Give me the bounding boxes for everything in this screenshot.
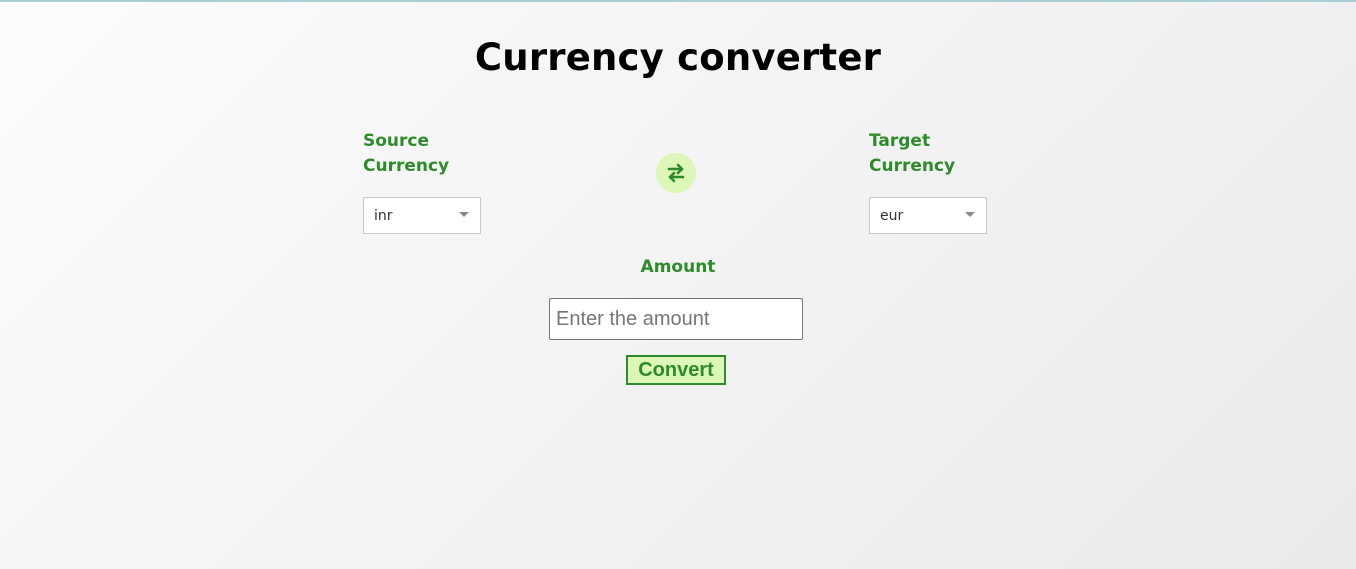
chevron-down-icon [965, 212, 975, 217]
convert-button[interactable]: Convert [626, 355, 726, 385]
target-currency-value: eur [880, 208, 904, 224]
page-title: Currency converter [474, 36, 882, 79]
top-border [0, 0, 1356, 2]
source-currency-value: inr [374, 208, 393, 224]
swap-arrows-icon [667, 163, 685, 183]
amount-label: Amount [640, 257, 716, 277]
source-currency-label: Source Currency [363, 131, 450, 176]
target-currency-select[interactable]: eur [869, 197, 987, 234]
target-currency-label: Target Currency [869, 131, 956, 176]
chevron-down-icon [459, 212, 469, 217]
amount-input[interactable] [549, 298, 803, 340]
source-currency-select[interactable]: inr [363, 197, 481, 234]
swap-button[interactable] [656, 153, 696, 193]
